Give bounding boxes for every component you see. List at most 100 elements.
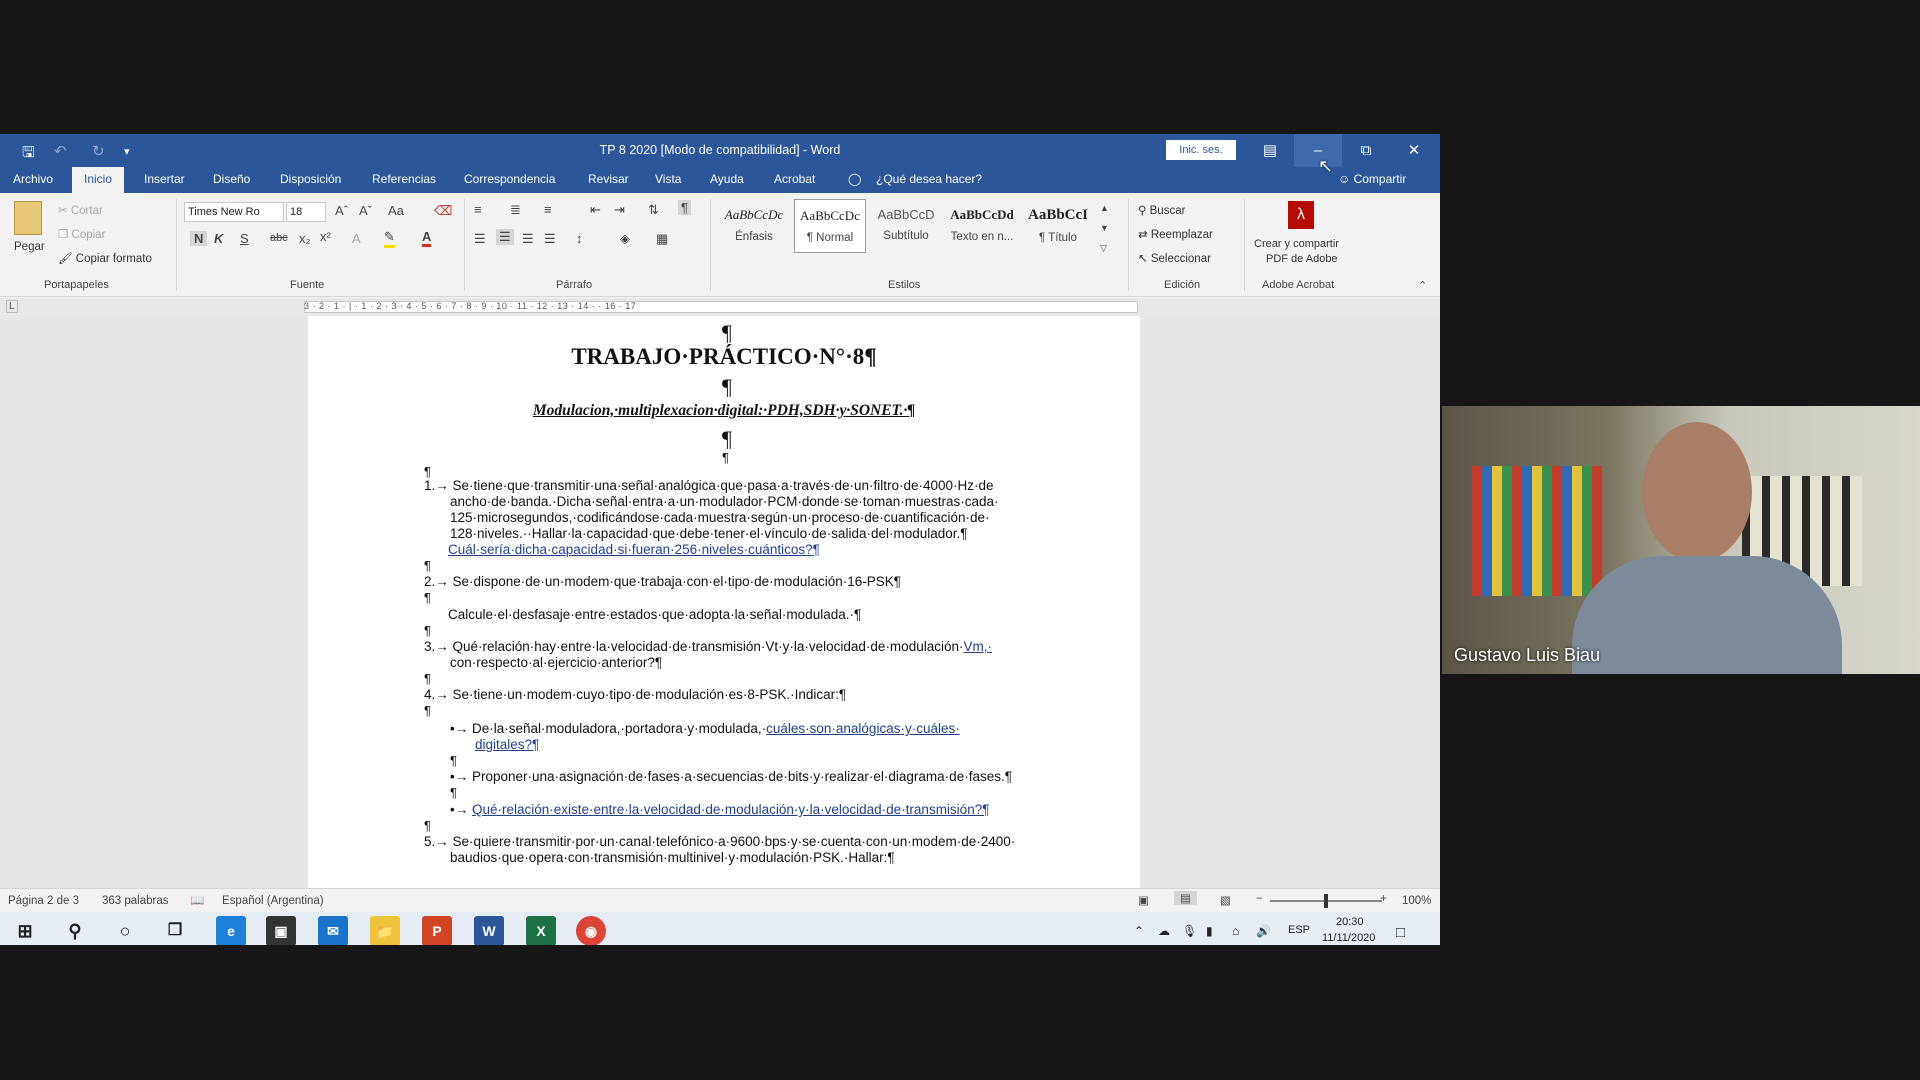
bullets-icon[interactable]: ≡: [474, 202, 482, 217]
edge-icon[interactable]: e: [216, 916, 246, 945]
line-spacing-icon[interactable]: ↕: [576, 231, 583, 246]
excel-icon[interactable]: X: [526, 916, 556, 945]
shrink-font-icon[interactable]: Aˇ: [359, 203, 372, 218]
select-button[interactable]: ↖ Seleccionar: [1138, 251, 1211, 265]
numbering-icon[interactable]: ≣: [510, 202, 521, 218]
borders-icon[interactable]: ▦: [656, 231, 668, 247]
file-explorer-icon[interactable]: 📁: [370, 916, 400, 945]
tab-disposicion[interactable]: Disposición: [280, 167, 341, 193]
clock-time[interactable]: 20:30: [1336, 916, 1364, 928]
styles-scroll-up-icon[interactable]: ▲: [1100, 203, 1109, 213]
clear-formatting-icon[interactable]: ⌫: [434, 203, 452, 219]
bold-button[interactable]: N: [190, 231, 208, 246]
zoom-out-icon[interactable]: −: [1256, 893, 1263, 905]
decrease-indent-icon[interactable]: ⇤: [590, 202, 601, 218]
italic-button[interactable]: K: [214, 231, 223, 246]
zoom-in-icon[interactable]: +: [1380, 893, 1387, 905]
close-button[interactable]: ✕: [1390, 134, 1438, 167]
wifi-icon[interactable]: ⌂: [1232, 924, 1239, 938]
page-count[interactable]: Página 2 de 3: [8, 895, 79, 907]
tab-diseno[interactable]: Diseño: [213, 167, 250, 193]
input-language[interactable]: ESP: [1288, 924, 1310, 936]
strikethrough-button[interactable]: abc: [270, 232, 288, 244]
font-family-select[interactable]: Times New Ro: [184, 202, 284, 222]
change-case-icon[interactable]: Aa: [388, 203, 404, 218]
text-effects-icon[interactable]: A: [352, 231, 361, 246]
format-painter-button[interactable]: 🖌 Copiar formato: [58, 251, 152, 265]
copy-button[interactable]: ❐ Copiar: [58, 227, 105, 241]
grow-font-icon[interactable]: Aˆ: [335, 203, 348, 218]
microphone-icon[interactable]: 🎙: [1182, 924, 1197, 938]
create-pdf-label[interactable]: Crear y compartir: [1254, 238, 1339, 250]
find-button[interactable]: ⚲ Buscar: [1138, 203, 1185, 217]
align-right-icon[interactable]: ☰: [522, 231, 534, 247]
paste-button[interactable]: Pegar: [14, 241, 45, 253]
sort-icon[interactable]: ⇅: [648, 202, 659, 218]
ribbon-display-options-icon[interactable]: ▤: [1246, 134, 1294, 167]
subscript-icon[interactable]: x₂: [299, 231, 311, 246]
show-marks-icon[interactable]: ¶: [678, 200, 691, 215]
tab-inicio[interactable]: Inicio: [72, 167, 125, 193]
web-layout-icon[interactable]: ▧: [1220, 893, 1231, 907]
adobe-pdf-icon[interactable]: λ: [1288, 201, 1314, 229]
chrome-icon[interactable]: ◉: [576, 916, 606, 945]
tab-referencias[interactable]: Referencias: [372, 167, 436, 193]
language-status[interactable]: Español (Argentina): [222, 895, 324, 907]
notifications-icon[interactable]: □: [1396, 924, 1405, 941]
replace-button[interactable]: ⇄ Reemplazar: [1138, 227, 1213, 241]
onedrive-icon[interactable]: ☁: [1158, 924, 1170, 938]
sign-in-button[interactable]: Inic. ses.: [1166, 140, 1236, 160]
increase-indent-icon[interactable]: ⇥: [614, 202, 625, 218]
style-title[interactable]: AaBbCcI ¶ Título: [1022, 199, 1094, 253]
highlight-icon[interactable]: ✎: [384, 229, 395, 248]
font-color-icon[interactable]: A: [422, 229, 432, 247]
zoom-slider-thumb[interactable]: [1324, 894, 1328, 908]
word-icon[interactable]: W: [474, 916, 504, 945]
tab-vista[interactable]: Vista: [655, 167, 681, 193]
create-pdf-label-2[interactable]: PDF de Adobe: [1266, 253, 1338, 265]
tab-revisar[interactable]: Revisar: [588, 167, 629, 193]
underline-button[interactable]: S: [240, 231, 249, 246]
zoom-level[interactable]: 100%: [1402, 895, 1431, 907]
search-icon[interactable]: ⚲: [60, 916, 90, 945]
powerpoint-icon[interactable]: P: [422, 916, 452, 945]
multilevel-list-icon[interactable]: ≡: [544, 202, 552, 217]
print-layout-icon[interactable]: ▤: [1174, 891, 1197, 905]
align-left-icon[interactable]: ☰: [474, 231, 486, 247]
styles-more-icon[interactable]: ▽: [1100, 243, 1107, 254]
share-button[interactable]: ☺ Compartir: [1338, 167, 1406, 193]
restore-button[interactable]: ⧉: [1342, 134, 1390, 167]
font-size-select[interactable]: 18: [286, 202, 326, 222]
cortana-icon[interactable]: ○: [110, 916, 140, 945]
word-count[interactable]: 363 palabras: [102, 895, 169, 907]
shading-icon[interactable]: ◈: [620, 231, 630, 247]
tab-ayuda[interactable]: Ayuda: [710, 167, 744, 193]
tab-archivo[interactable]: Archivo: [13, 167, 53, 193]
tab-selector[interactable]: L: [6, 300, 18, 313]
style-emphasis[interactable]: AaBbCcDc Énfasis: [718, 199, 790, 253]
align-center-icon[interactable]: ☰: [496, 229, 514, 245]
mail-icon[interactable]: ✉: [318, 916, 348, 945]
cut-button[interactable]: ✂ Cortar: [58, 203, 103, 217]
volume-icon[interactable]: 🔊: [1256, 924, 1271, 938]
task-view-icon[interactable]: ❐: [160, 916, 190, 945]
superscript-icon[interactable]: x²: [320, 229, 331, 244]
tell-me-search[interactable]: ¿Qué desea hacer?: [876, 167, 982, 193]
tray-chevron-icon[interactable]: ⌃: [1134, 924, 1144, 938]
tab-correspondencia[interactable]: Correspondencia: [464, 167, 555, 193]
style-normal[interactable]: AaBbCcDc ¶ Normal: [794, 199, 866, 253]
styles-scroll-down-icon[interactable]: ▼: [1100, 223, 1109, 233]
tab-insertar[interactable]: Insertar: [144, 167, 185, 193]
battery-icon[interactable]: ▮: [1206, 924, 1213, 938]
read-mode-icon[interactable]: ▣: [1138, 893, 1149, 907]
paste-icon[interactable]: [14, 201, 42, 235]
tab-acrobat[interactable]: Acrobat: [774, 167, 815, 193]
collapse-ribbon-icon[interactable]: ⌃: [1418, 279, 1427, 292]
style-text-in[interactable]: AaBbCcDd Texto en n...: [946, 199, 1018, 253]
style-subtitle[interactable]: AaBbCcD Subtítulo: [870, 199, 942, 253]
proofing-icon[interactable]: 📖: [190, 893, 204, 907]
justify-icon[interactable]: ☰: [544, 231, 556, 247]
document-page[interactable]: ¶ TRABAJO·PRÁCTICO·N°·8¶ ¶ Modulacion,·m…: [308, 316, 1140, 888]
clock-date[interactable]: 11/11/2020: [1322, 932, 1375, 944]
windows-start-icon[interactable]: ⊞: [10, 916, 40, 945]
